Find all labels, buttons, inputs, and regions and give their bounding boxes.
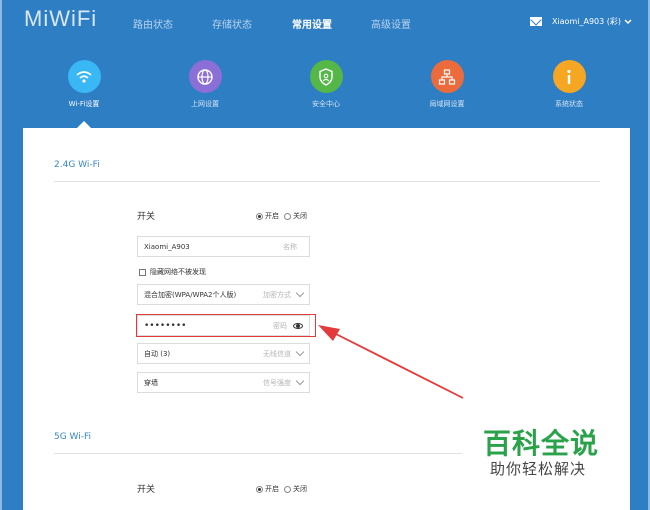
radio-on-label: 开启 bbox=[265, 485, 279, 493]
hide-network-label: 隐藏网络不被发现 bbox=[150, 268, 206, 276]
radio-off-24g[interactable] bbox=[284, 212, 291, 220]
subnav-system-status[interactable]: 系统状态 bbox=[524, 60, 614, 109]
radio-off-5g[interactable] bbox=[284, 485, 291, 493]
active-tab-pointer bbox=[77, 121, 91, 128]
miwifi-logo: MiWiFi bbox=[24, 6, 98, 31]
chevron-down-icon bbox=[295, 288, 305, 298]
switch-radio-group-5g: 开启 关闭 bbox=[256, 484, 312, 494]
switch-label-24g: 开关 bbox=[137, 212, 156, 222]
ssid-input[interactable]: Xiaomi_A903 名称 bbox=[137, 236, 310, 257]
shield-icon bbox=[309, 60, 343, 93]
subnav-label: 上网设置 bbox=[191, 100, 219, 108]
radio-on-24g[interactable] bbox=[256, 212, 263, 220]
radio-on-5g[interactable] bbox=[256, 485, 263, 493]
watermark-subtitle: 助你轻松解决 bbox=[490, 460, 587, 478]
user-name: Xiaomi_A903 (彩) bbox=[551, 17, 621, 26]
user-menu[interactable]: Xiaomi_A903 (彩) bbox=[529, 16, 632, 27]
wifi-icon bbox=[67, 60, 101, 93]
strength-hint: 信号强度 bbox=[263, 378, 291, 387]
strength-value: 穿墙 bbox=[144, 378, 158, 387]
radio-on-label: 开启 bbox=[265, 212, 279, 220]
ssid-value: Xiaomi_A903 bbox=[144, 242, 190, 251]
channel-value: 自动 (3) bbox=[144, 349, 171, 358]
subnav-wifi-settings[interactable]: Wi-Fi设置 bbox=[39, 60, 129, 109]
switch-label-5g: 开关 bbox=[137, 485, 156, 495]
hide-network-row[interactable]: 隐藏网络不被发现 bbox=[139, 267, 206, 277]
chevron-down-icon bbox=[295, 376, 305, 386]
channel-hint: 无线信道 bbox=[263, 349, 291, 358]
encryption-hint: 加密方式 bbox=[263, 290, 291, 299]
ssid-hint: 名称 bbox=[283, 242, 297, 251]
radio-off-label: 关闭 bbox=[293, 485, 307, 493]
chevron-down-icon bbox=[295, 347, 305, 357]
nav-advanced-settings[interactable]: 高级设置 bbox=[371, 16, 411, 31]
encryption-select[interactable]: 混合加密(WPA/WPA2个人版) 加密方式 bbox=[137, 284, 310, 305]
section-title-5g: 5G Wi-Fi bbox=[54, 432, 92, 442]
chevron-down-icon bbox=[624, 18, 632, 24]
nav-storage-status[interactable]: 存储状态 bbox=[212, 16, 252, 31]
password-highlight-box bbox=[136, 314, 316, 337]
subnav-label: 安全中心 bbox=[312, 100, 340, 108]
subnav-lan-settings[interactable]: 局域网设置 bbox=[402, 60, 492, 109]
subnav-internet-settings[interactable]: 上网设置 bbox=[160, 60, 250, 109]
top-bar: MiWiFi 路由状态 存储状态 常用设置 高级设置 Xiaomi_A903 (… bbox=[0, 0, 650, 46]
channel-select[interactable]: 自动 (3) 无线信道 bbox=[137, 343, 310, 364]
nav-router-status[interactable]: 路由状态 bbox=[133, 16, 173, 31]
mail-icon[interactable] bbox=[529, 17, 542, 26]
info-icon bbox=[552, 60, 586, 93]
subnav-label: Wi-Fi设置 bbox=[68, 100, 100, 108]
settings-subnav: Wi-Fi设置 上网设置 安全中心 局域网设置 系统状态 bbox=[0, 60, 650, 126]
nav-common-settings[interactable]: 常用设置 bbox=[292, 16, 332, 31]
network-icon bbox=[430, 60, 464, 93]
signal-strength-select[interactable]: 穿墙 信号强度 bbox=[137, 372, 310, 393]
subnav-security-center[interactable]: 安全中心 bbox=[281, 60, 371, 109]
subnav-label: 系统状态 bbox=[555, 100, 583, 108]
section-divider bbox=[54, 181, 600, 182]
section-title-24g: 2.4G Wi-Fi bbox=[54, 160, 100, 170]
radio-off-label: 关闭 bbox=[293, 212, 307, 220]
globe-icon bbox=[188, 60, 222, 93]
hide-network-checkbox[interactable] bbox=[139, 268, 146, 276]
watermark-title: 百科全说 bbox=[483, 427, 600, 460]
subnav-label: 局域网设置 bbox=[429, 100, 465, 108]
switch-radio-group-24g: 开启 关闭 bbox=[256, 211, 312, 221]
section-divider bbox=[54, 453, 462, 454]
encryption-value: 混合加密(WPA/WPA2个人版) bbox=[144, 290, 237, 299]
